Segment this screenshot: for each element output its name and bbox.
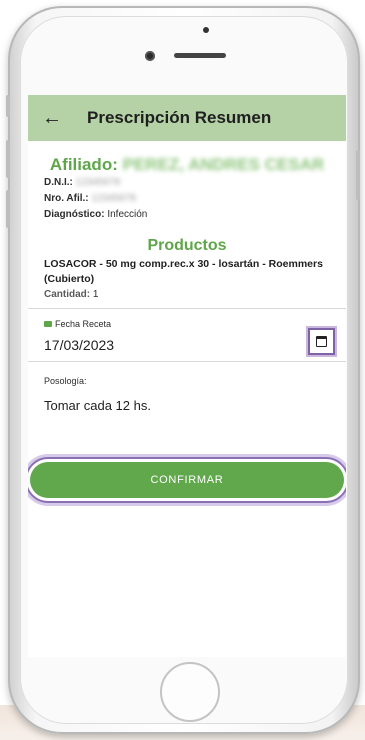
cantidad-row: Cantidad: 1 [44, 289, 330, 300]
dni-row: D.N.I.: 12345678 [44, 175, 346, 191]
fecha-receta-label-row: Fecha Receta [44, 319, 111, 329]
nro-afil-label: Nro. Afil.: [44, 193, 89, 204]
posologia-value[interactable]: Tomar cada 12 hs. [44, 398, 330, 413]
app-bar: ← Prescripción Resumen [28, 95, 346, 141]
fecha-receta-value[interactable]: 17/03/2023 [44, 337, 114, 353]
nro-afil-value: 12345678 [91, 193, 136, 204]
phone-volume-down [6, 190, 10, 228]
calendar-icon [44, 321, 52, 327]
phone-power-button [356, 150, 360, 200]
dni-value: 12345678 [75, 177, 121, 188]
diagnostico-row: Diagnóstico: Infección [44, 207, 346, 223]
productos-title: Productos [147, 237, 227, 254]
phone-sensor [203, 27, 209, 33]
confirm-button-focus-ring: CONFIRMAR [28, 457, 346, 503]
phone-camera [145, 51, 155, 61]
product-item: LOSACOR - 50 mg comp.rec.x 30 - losartán… [44, 258, 323, 285]
phone-home-button[interactable] [160, 662, 220, 722]
fecha-receta-label: Fecha Receta [55, 319, 112, 329]
cantidad-value: 1 [92, 289, 99, 300]
calendar-icon [316, 336, 327, 347]
diagnostico-value: Infección [107, 209, 148, 220]
arrow-left-icon[interactable]: ← [42, 107, 62, 130]
date-picker-button[interactable] [308, 328, 335, 355]
page-title: Prescripción Resumen [87, 108, 272, 127]
afiliado-name: PEREZ, ANDRES CESAR [122, 155, 325, 174]
phone-mute-switch [6, 95, 10, 117]
nro-afil-row: Nro. Afil.: 12345678 [44, 191, 346, 207]
cantidad-label: Cantidad: [44, 289, 91, 300]
fecha-receta-field[interactable]: Fecha Receta 17/03/2023 [28, 309, 346, 361]
confirm-button[interactable]: CONFIRMAR [30, 462, 344, 498]
app-screen: ← Prescripción Resumen Afiliado: PEREZ, … [28, 95, 346, 657]
diagnostico-label: Diagnóstico: [44, 209, 105, 220]
phone-speaker [174, 53, 226, 58]
phone-volume-up [6, 140, 10, 178]
posologia-label: Posología: [44, 376, 87, 386]
dni-label: D.N.I.: [44, 177, 73, 188]
divider [28, 361, 346, 362]
afiliado-label: Afiliado: [49, 155, 118, 174]
afiliado-header: Afiliado: PEREZ, ANDRES CESAR [28, 155, 346, 175]
